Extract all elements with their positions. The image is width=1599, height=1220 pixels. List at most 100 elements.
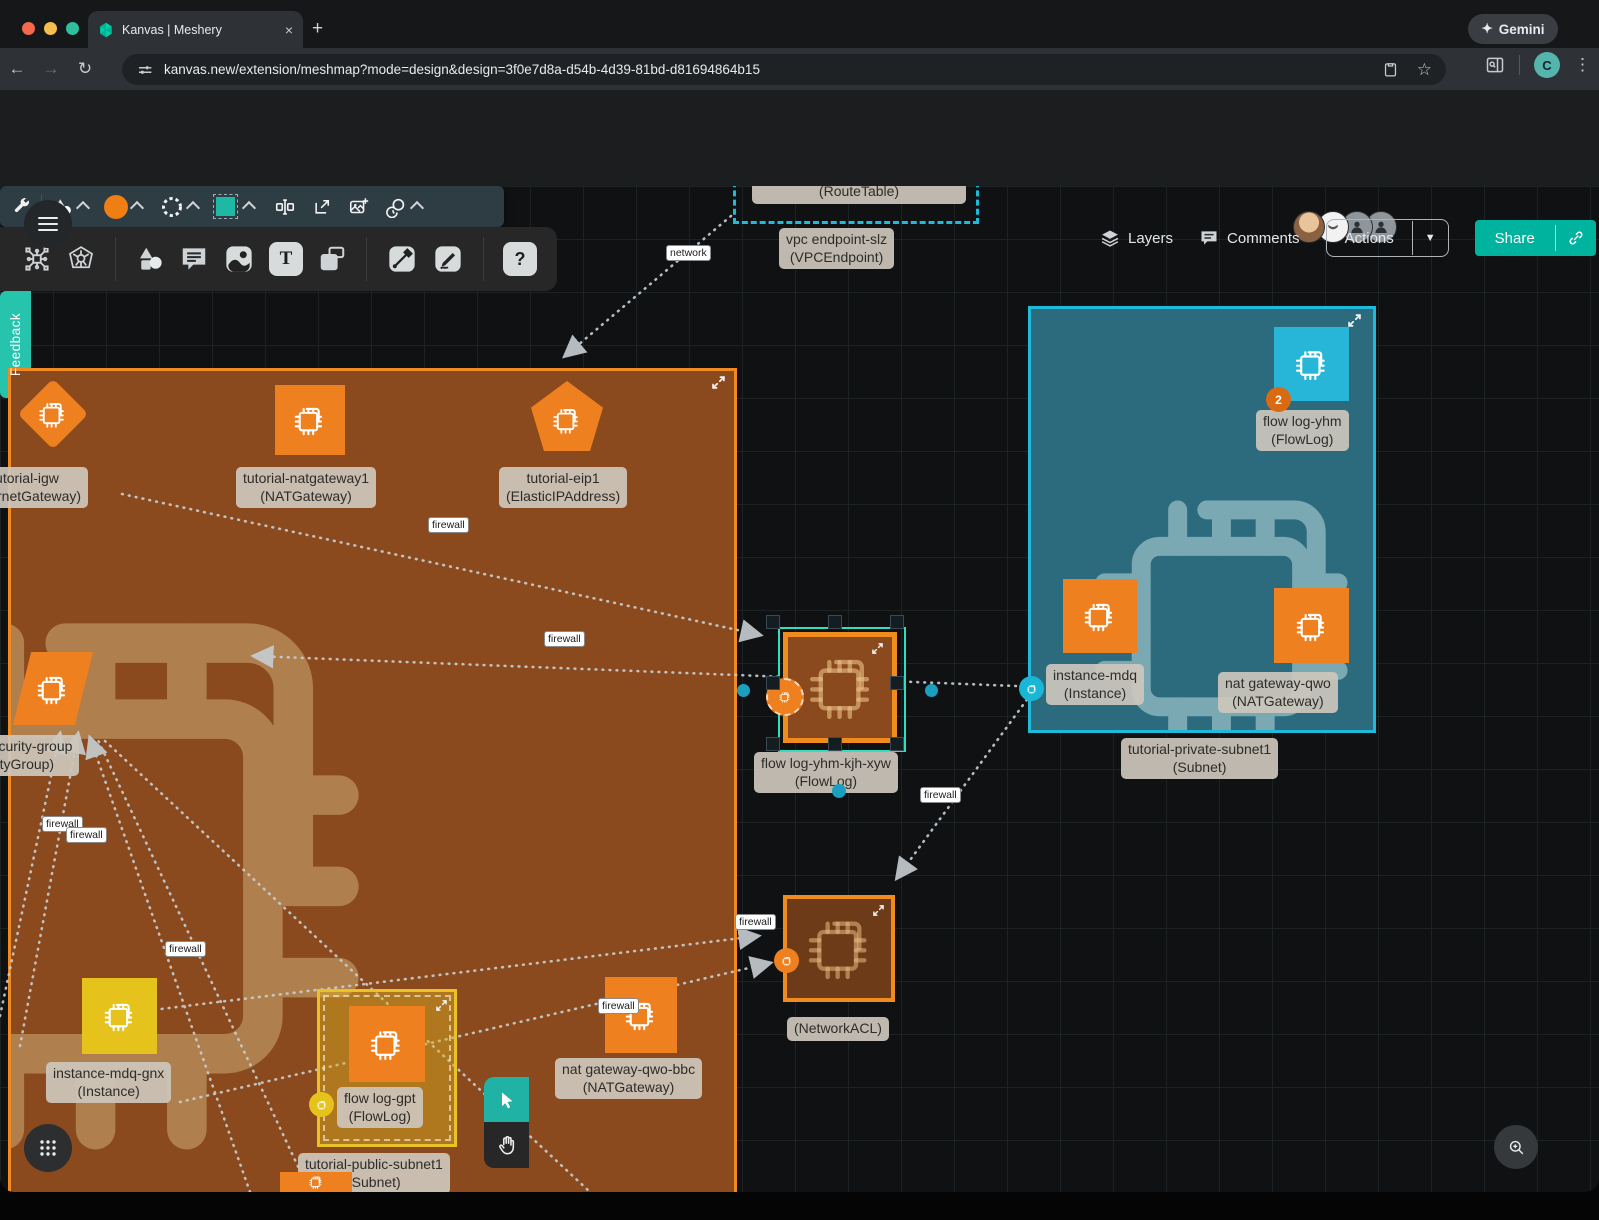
design-canvas[interactable]: (RouteTable) vpc endpoint-slz(VPCEndpoin… <box>0 186 1599 1192</box>
appearance-lens-button[interactable] <box>386 196 422 218</box>
chip-icon <box>299 1167 333 1192</box>
resize-handle[interactable] <box>766 737 780 751</box>
chevron-up-icon[interactable] <box>186 201 200 215</box>
canvas-menu-button[interactable] <box>24 200 72 248</box>
share-link-icon[interactable] <box>1567 229 1585 247</box>
reload-icon[interactable]: ↻ <box>68 59 102 79</box>
flowlog-gpt-anchor-badge[interactable] <box>309 1092 334 1117</box>
node-natgateway1[interactable] <box>275 385 345 455</box>
node-label-igw[interactable]: tutorial-igw(InternetGateway) <box>0 467 88 508</box>
bookmark-star-icon[interactable]: ☆ <box>1417 60 1432 80</box>
shape-color-button[interactable] <box>216 197 254 216</box>
note-tool-icon[interactable] <box>317 244 347 274</box>
node-internet-gateway[interactable] <box>23 384 83 444</box>
media-tool-icon[interactable] <box>223 243 255 275</box>
node-instance-mdq[interactable] <box>1063 579 1137 653</box>
node-clipped-bottom[interactable] <box>280 1172 352 1192</box>
kubernetes-tool-icon[interactable] <box>66 244 96 274</box>
resize-handle[interactable] <box>890 615 904 629</box>
component-mesh-icon[interactable] <box>22 244 52 274</box>
kanvas-header: KANVAS / / aws ec2.yaml Design <box>0 90 1599 188</box>
ch evron-up-icon[interactable] <box>410 201 424 215</box>
freehand-draw-tool-icon[interactable] <box>432 243 464 275</box>
zoom-button[interactable] <box>1494 1125 1538 1169</box>
resize-handle[interactable] <box>766 676 780 690</box>
site-info-icon[interactable] <box>136 61 154 79</box>
browser-menu-icon[interactable]: ⋮ <box>1574 55 1591 75</box>
node-label-natgateway1[interactable]: tutorial-natgateway1(NATGateway) <box>236 467 376 508</box>
window-zoom-button[interactable] <box>66 22 79 35</box>
networkacl-anchor-badge[interactable] <box>774 948 799 973</box>
node-flowlog-gpt[interactable] <box>349 1006 425 1082</box>
node-label-private-subnet[interactable]: tutorial-private-subnet1(Subnet) <box>1121 738 1278 779</box>
node-label-natgateway-qwo-bbc[interactable]: nat gateway-qwo-bbc(NATGateway) <box>555 1058 702 1099</box>
open-in-new-button[interactable] <box>312 197 332 217</box>
node-label-networkacl[interactable]: (NetworkACL) <box>787 1017 889 1041</box>
node-label-flowlog-yhm[interactable]: flow log-yhm(FlowLog) <box>1256 410 1349 451</box>
new-tab-button[interactable]: + <box>312 20 323 38</box>
browser-profile-avatar[interactable]: C <box>1534 52 1560 78</box>
window-close-button[interactable] <box>22 22 35 35</box>
node-label-instance-mdq[interactable]: instance-mdq(Instance) <box>1046 664 1144 705</box>
node-networkacl[interactable] <box>783 895 895 1002</box>
line-draw-tool-icon[interactable] <box>386 243 418 275</box>
save-icon[interactable] <box>1382 61 1399 78</box>
vpc-expand-icon[interactable] <box>712 376 725 389</box>
comments-button[interactable]: Comments <box>1199 228 1300 248</box>
side-panel-search-icon[interactable] <box>1485 55 1505 75</box>
node-instance-mdq-gnx[interactable] <box>82 978 157 1054</box>
resize-handle[interactable] <box>828 615 842 629</box>
border-style-button[interactable] <box>160 195 198 219</box>
address-bar[interactable]: kanvas.new/extension/meshmap?mode=design… <box>122 54 1446 85</box>
tab-close-icon[interactable]: × <box>285 22 293 38</box>
browser-tab-strip: Kanvas | Meshery × + ✦ Gemini <box>0 0 1599 48</box>
gemini-button[interactable]: ✦ Gemini <box>1468 14 1558 44</box>
browser-tab[interactable]: Kanvas | Meshery × <box>88 11 303 48</box>
node-label-flowlog-gpt[interactable]: flow log-gpt(FlowLog) <box>337 1087 423 1128</box>
resize-handle[interactable] <box>890 737 904 751</box>
comment-tool-icon[interactable] <box>179 244 209 274</box>
text-tool-icon[interactable]: T <box>269 242 303 276</box>
forward-icon[interactable]: → <box>34 59 68 79</box>
actions-dropdown-icon[interactable]: ▼ <box>1413 232 1448 244</box>
edge-label-firewall: firewall <box>428 517 469 533</box>
apps-grid-button[interactable] <box>24 1124 72 1172</box>
pan-tool-button[interactable] <box>484 1122 529 1168</box>
subnet-expand-icon[interactable] <box>1348 314 1361 327</box>
resize-handle[interactable] <box>890 676 904 690</box>
chevron-up-icon[interactable] <box>76 201 90 215</box>
resize-handle[interactable] <box>828 737 842 751</box>
select-tool-button[interactable] <box>484 1077 529 1122</box>
help-button[interactable]: ? <box>503 242 537 276</box>
node-label-natgateway-qwo[interactable]: nat gateway-qwo(NATGateway) <box>1218 672 1338 713</box>
group-expand-icon[interactable] <box>436 1000 447 1011</box>
node-natgateway-qwo[interactable] <box>1274 588 1349 663</box>
shapes-tool-icon[interactable] <box>135 244 165 274</box>
connection-dot[interactable] <box>832 784 846 798</box>
node-label-vpc-endpoint[interactable]: vpc endpoint-slz(VPCEndpoint) <box>779 228 894 269</box>
node-security-group[interactable] <box>18 652 92 725</box>
chevron-up-icon[interactable] <box>242 201 256 215</box>
resize-handle[interactable] <box>766 615 780 629</box>
back-icon[interactable]: ← <box>0 59 34 79</box>
chevron-up-icon[interactable] <box>130 201 144 215</box>
node-expand-icon[interactable] <box>873 905 884 916</box>
node-label-instance-mdq-gnx[interactable]: instance-mdq-gnx(Instance) <box>46 1062 171 1103</box>
fill-color-button[interactable] <box>104 195 142 219</box>
node-label-routetable[interactable]: (RouteTable) <box>752 186 966 204</box>
node-expand-icon[interactable] <box>872 643 883 654</box>
rename-button[interactable] <box>274 196 296 218</box>
connection-dot[interactable] <box>737 684 750 697</box>
node-natgateway-qwo-bbc[interactable] <box>605 977 677 1053</box>
subnet-anchor-badge[interactable] <box>1019 676 1044 701</box>
add-image-button[interactable] <box>348 196 370 218</box>
connection-dot[interactable] <box>925 684 938 697</box>
share-button[interactable]: Share <box>1475 220 1596 256</box>
node-label-flowlog-selected[interactable]: flow log-yhm-kjh-xyw(FlowLog) <box>754 752 898 793</box>
actions-button[interactable]: Actions ▼ <box>1326 219 1449 257</box>
node-label-eip1[interactable]: tutorial-eip1(ElasticIPAddress) <box>499 467 627 508</box>
chip-icon <box>367 1024 407 1064</box>
window-minimize-button[interactable] <box>44 22 57 35</box>
node-label-security-group[interactable]: tutorial-security-group(SecurityGroup) <box>0 735 79 776</box>
layers-button[interactable]: Layers <box>1100 228 1173 248</box>
